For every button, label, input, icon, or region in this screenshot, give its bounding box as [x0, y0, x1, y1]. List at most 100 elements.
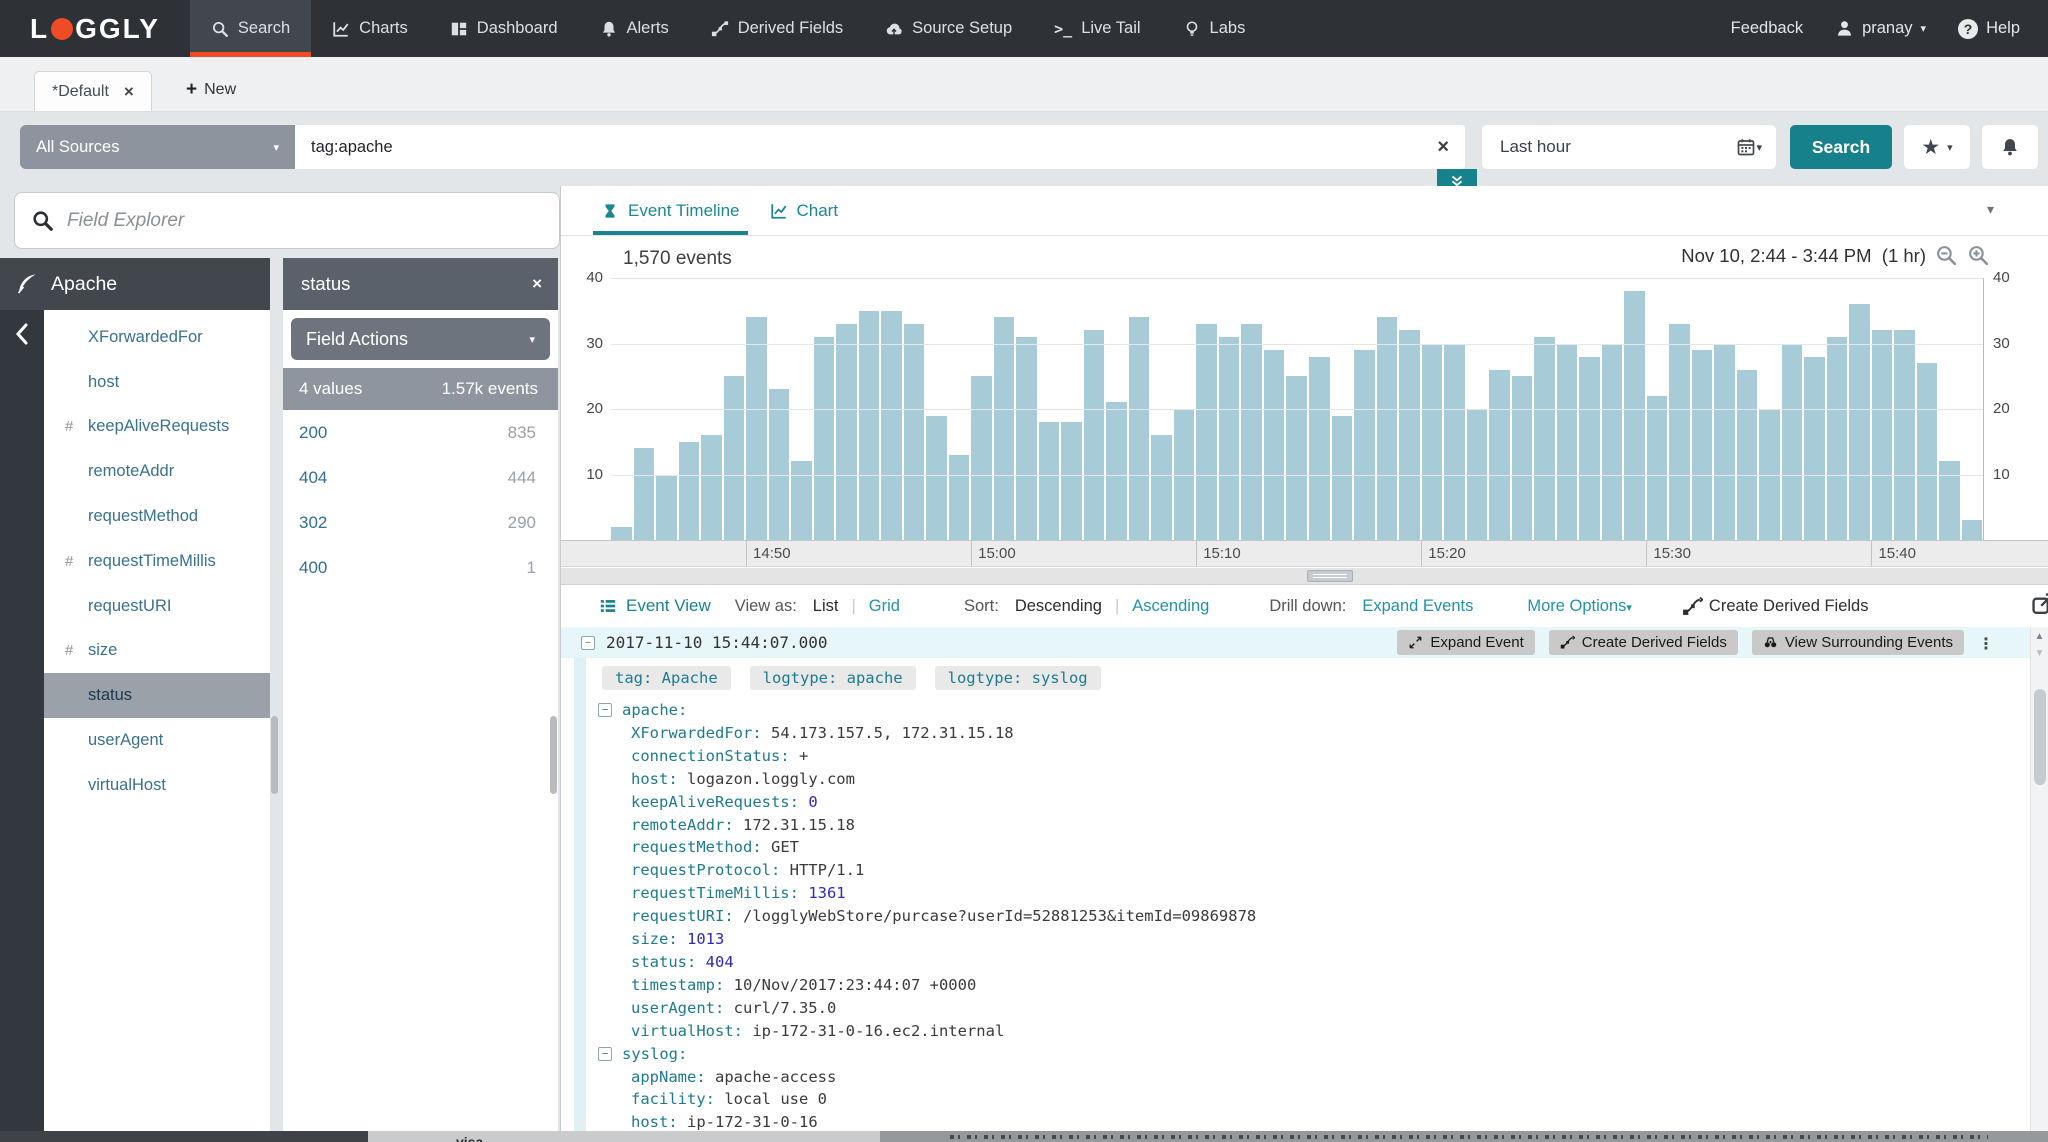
histogram-bar[interactable] [1308, 356, 1330, 540]
nav-item-source-setup[interactable]: Source Setup [864, 0, 1033, 57]
histogram-bar[interactable] [1263, 350, 1285, 540]
histogram-bar[interactable] [1196, 323, 1217, 540]
histogram-bar[interactable] [1579, 356, 1600, 540]
histogram-bar[interactable] [1804, 356, 1825, 540]
histogram-bar[interactable] [723, 376, 745, 540]
histogram-bar[interactable] [1736, 369, 1758, 540]
nav-item-live-tail[interactable]: >_ Live Tail [1033, 0, 1161, 57]
field-item-size[interactable]: # size [44, 629, 270, 674]
histogram-bar[interactable] [678, 441, 700, 540]
user-menu[interactable]: pranay ▾ [1835, 19, 1926, 38]
search-query-input[interactable] [295, 137, 1422, 157]
histogram-bar[interactable] [948, 454, 970, 540]
histogram-bar[interactable] [971, 376, 992, 540]
loggly-logo[interactable]: L GGLY [0, 0, 190, 57]
field-item-virtualHost[interactable]: virtualHost [44, 763, 270, 808]
collapse-sidebar-icon[interactable] [11, 322, 33, 346]
sort-descending[interactable]: Descending [1015, 597, 1102, 616]
nav-item-alerts[interactable]: Alerts [579, 0, 690, 57]
field-item-status[interactable]: status [44, 673, 270, 719]
histogram-bar[interactable] [1286, 376, 1307, 540]
status-panel-scrollbar[interactable] [550, 716, 557, 794]
histogram-bar[interactable] [1151, 435, 1172, 540]
export-events-button[interactable] [2030, 591, 2048, 622]
field-item-requestURI[interactable]: requestURI [44, 584, 270, 629]
event-tag-apache[interactable]: logtype: apache [749, 666, 916, 690]
field-list-scrollbar[interactable] [271, 716, 278, 794]
chart-plot-area[interactable] [611, 278, 1984, 540]
histogram-bar[interactable] [881, 310, 902, 540]
search-button[interactable]: Search [1790, 125, 1892, 169]
saved-searches-button[interactable]: ★ ▾ [1904, 125, 1970, 169]
scroll-up-icon[interactable]: ▲ [2031, 631, 2048, 642]
histogram-bar[interactable] [1646, 395, 1668, 540]
close-tab-icon[interactable]: × [124, 82, 134, 102]
histogram-bar[interactable] [1939, 461, 1960, 540]
histogram-bar[interactable] [1241, 323, 1262, 540]
zoom-out-icon[interactable] [1935, 244, 1958, 267]
create-derived-fields-link[interactable]: Create Derived Fields [1682, 596, 1868, 617]
collapse-event-icon[interactable]: − [581, 635, 595, 650]
histogram-bar[interactable] [1354, 350, 1375, 540]
event-tag-syslog[interactable]: logtype: syslog [934, 666, 1101, 690]
create-derived-fields-button[interactable]: Create Derived Fields [1548, 630, 1738, 655]
field-item-keepAliveRequests[interactable]: # keepAliveRequests [44, 405, 270, 450]
nav-item-charts[interactable]: Charts [311, 0, 429, 57]
histogram-bar[interactable] [768, 389, 790, 540]
histogram-bar[interactable] [746, 317, 767, 540]
histogram-bar[interactable] [1534, 336, 1555, 540]
histogram-bar[interactable] [1421, 343, 1443, 540]
histogram-bar[interactable] [1016, 336, 1037, 540]
nav-item-derived-fields[interactable]: Derived Fields [690, 0, 864, 57]
sort-ascending[interactable]: Ascending [1132, 597, 1209, 616]
field-item-host[interactable]: host [44, 360, 270, 405]
feedback-link[interactable]: Feedback [1731, 19, 1803, 38]
histogram-bar[interactable] [791, 461, 812, 540]
histogram-bar[interactable] [1669, 323, 1690, 540]
histogram-bar[interactable] [1399, 330, 1420, 540]
expand-event-button[interactable]: Expand Event [1397, 630, 1535, 655]
view-as-grid[interactable]: Grid [869, 597, 900, 616]
histogram-bar[interactable] [836, 323, 857, 540]
histogram-bar[interactable] [926, 415, 947, 540]
status-value-link[interactable]: 200 [299, 423, 327, 443]
nav-item-search[interactable]: Search [189, 0, 312, 57]
histogram-bar[interactable] [1489, 369, 1510, 540]
field-actions-dropdown[interactable]: Field Actions ▾ [291, 318, 550, 360]
event-list-scrollbar[interactable]: ▲ ▼ [2030, 627, 2048, 1131]
alert-from-search-button[interactable] [1982, 125, 2038, 169]
histogram-bar[interactable] [1106, 402, 1127, 540]
tab-default[interactable]: *Default × [34, 71, 152, 111]
histogram-bar[interactable] [1691, 350, 1713, 540]
source-selector[interactable]: All Sources ▾ [20, 125, 295, 169]
event-tag-Apache[interactable]: tag: Apache [602, 666, 731, 690]
histogram-bar[interactable] [1916, 363, 1938, 540]
histogram-bar[interactable] [1218, 336, 1240, 540]
nav-item-dashboard[interactable]: Dashboard [429, 0, 579, 57]
histogram-bar[interactable] [1714, 343, 1735, 540]
status-value-link[interactable]: 404 [299, 468, 327, 488]
close-panel-icon[interactable]: × [532, 274, 542, 294]
tab-event-timeline[interactable]: Event Timeline [593, 186, 747, 235]
histogram-bar[interactable] [1961, 520, 1983, 540]
histogram-bar[interactable] [1849, 304, 1870, 540]
field-explorer-input[interactable] [67, 209, 543, 232]
status-value-link[interactable]: 302 [299, 513, 327, 533]
panel-options-caret-icon[interactable]: ▾ [1987, 201, 1994, 218]
histogram-bar[interactable] [1511, 376, 1533, 540]
scrollbar-thumb[interactable] [2034, 689, 2046, 785]
histogram-bar[interactable] [701, 435, 722, 540]
histogram-bar[interactable] [1376, 317, 1398, 540]
histogram-bar[interactable] [1556, 343, 1578, 540]
histogram-bar[interactable] [1083, 330, 1105, 540]
histogram-bar[interactable] [858, 310, 880, 540]
histogram-bar[interactable] [1894, 330, 1915, 540]
histogram-bar[interactable] [1444, 343, 1465, 540]
more-options-dropdown[interactable]: More Options▾ [1527, 597, 1632, 616]
histogram-bar[interactable] [611, 526, 632, 540]
resize-handle[interactable] [1307, 570, 1353, 582]
histogram-bar[interactable] [1128, 317, 1150, 540]
histogram-bar[interactable] [1038, 422, 1060, 540]
histogram-bar[interactable] [1826, 336, 1848, 540]
event-menu-kebab-icon[interactable]: ⋮ [1978, 634, 1994, 653]
